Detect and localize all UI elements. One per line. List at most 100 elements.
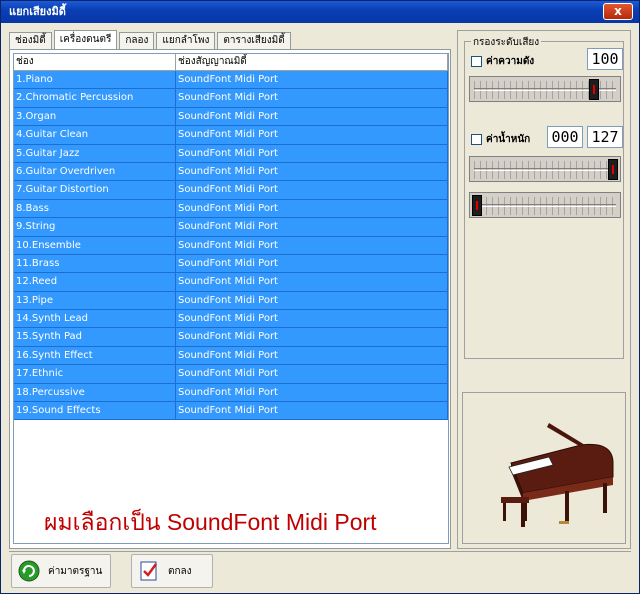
annotation-text: ผมเลือกเป็น SoundFont Midi Port [44, 509, 377, 535]
midi-port-cell[interactable]: SoundFont Midi Port [176, 254, 448, 273]
main-window: แยกเสียงมิดี้ x ช่องมิดี้ เครื่องดนตรี ก… [0, 0, 640, 594]
instrument-cell[interactable]: 8.Bass [14, 199, 176, 218]
table-row[interactable]: 15.Synth Pad SoundFont Midi Port [14, 328, 448, 347]
refresh-arrow-icon [18, 560, 40, 582]
instrument-port-grid[interactable]: ช่อง ช่องสัญญาณมิดี้ 1.Piano SoundFont Mi… [13, 53, 449, 544]
midi-port-cell[interactable]: SoundFont Midi Port [176, 181, 448, 199]
right-panel: กรองระดับเสียง ค่าความดัง 100 ค่าน้ำหนัก… [457, 30, 631, 549]
title-bar[interactable]: แยกเสียงมิดี้ x [1, 1, 639, 23]
instrument-cell[interactable]: 7.Guitar Distortion [14, 181, 176, 199]
tab-speaker-split[interactable]: แยกลำโพง [156, 32, 216, 50]
table-row[interactable]: 1.Piano SoundFont Midi Port [14, 71, 448, 90]
bottom-toolbar: ค่ามาตรฐาน ตกลง [9, 551, 631, 591]
table-row[interactable]: 9.String SoundFont Midi Port [14, 218, 448, 237]
volume-label: ค่าความดัง [486, 56, 535, 67]
table-row[interactable]: 3.Organ SoundFont Midi Port [14, 107, 448, 127]
instruments-tab-panel: ช่อง ช่องสัญญาณมิดี้ 1.Piano SoundFont Mi… [9, 49, 451, 549]
midi-port-cell[interactable]: SoundFont Midi Port [176, 107, 448, 126]
midi-port-cell[interactable]: SoundFont Midi Port [176, 273, 448, 291]
weight-max-slider[interactable] [469, 156, 621, 182]
midi-port-cell[interactable]: SoundFont Midi Port [176, 236, 448, 254]
table-row[interactable]: 14.Synth Lead SoundFont Midi Port [14, 310, 448, 329]
instrument-cell[interactable]: 17.Ethnic [14, 365, 176, 383]
header-midi-port[interactable]: ช่องสัญญาณมิดี้ [176, 54, 448, 70]
table-row[interactable]: 6.Guitar Overdriven SoundFont Midi Port [14, 162, 448, 182]
tab-drums[interactable]: กลอง [119, 32, 155, 50]
weight-max-value[interactable]: 127 [587, 126, 623, 148]
instrument-cell[interactable]: 19.Sound Effects [14, 402, 176, 420]
instrument-cell[interactable]: 11.Brass [14, 254, 176, 273]
midi-port-cell[interactable]: SoundFont Midi Port [176, 365, 448, 383]
instrument-cell[interactable]: 14.Synth Lead [14, 310, 176, 328]
instrument-cell[interactable]: 4.Guitar Clean [14, 126, 176, 144]
instrument-cell[interactable]: 3.Organ [14, 107, 176, 126]
midi-port-cell[interactable]: SoundFont Midi Port [176, 310, 448, 328]
weight-label: ค่าน้ำหนัก [486, 134, 531, 145]
instrument-cell[interactable]: 16.Synth Effect [14, 346, 176, 365]
weight-min-slider-thumb[interactable] [472, 195, 482, 216]
header-channel[interactable]: ช่อง [14, 54, 176, 70]
default-button[interactable]: ค่ามาตรฐาน [11, 554, 111, 588]
grand-piano-icon [501, 423, 614, 527]
instrument-cell[interactable]: 10.Ensemble [14, 236, 176, 254]
tab-instruments[interactable]: เครื่องดนตรี [53, 30, 118, 50]
table-row[interactable]: 17.Ethnic SoundFont Midi Port [14, 365, 448, 384]
volume-slider[interactable] [469, 76, 621, 102]
midi-port-cell[interactable]: SoundFont Midi Port [176, 71, 448, 89]
instrument-cell[interactable]: 2.Chromatic Percussion [14, 89, 176, 107]
table-row[interactable]: 19.Sound Effects SoundFont Midi Port [14, 402, 448, 421]
table-row[interactable]: 2.Chromatic Percussion SoundFont Midi Por… [14, 89, 448, 108]
filter-group: กรองระดับเสียง ค่าความดัง 100 ค่าน้ำหนัก… [464, 35, 624, 359]
midi-port-cell[interactable]: SoundFont Midi Port [176, 162, 448, 181]
instrument-preview-panel [462, 392, 626, 544]
tab-midi-channel[interactable]: ช่องมิดี้ [9, 32, 52, 50]
midi-port-cell[interactable]: SoundFont Midi Port [176, 126, 448, 144]
midi-port-cell[interactable]: SoundFont Midi Port [176, 346, 448, 365]
window-title: แยกเสียงมิดี้ [9, 5, 66, 18]
midi-port-cell[interactable]: SoundFont Midi Port [176, 328, 448, 346]
midi-port-cell[interactable]: SoundFont Midi Port [176, 144, 448, 162]
table-row[interactable]: 12.Reed SoundFont Midi Port [14, 273, 448, 292]
midi-port-cell[interactable]: SoundFont Midi Port [176, 199, 448, 218]
table-row[interactable]: 10.Ensemble SoundFont Midi Port [14, 236, 448, 255]
instrument-cell[interactable]: 9.String [14, 218, 176, 236]
close-button[interactable]: x [603, 3, 633, 20]
table-row[interactable]: 7.Guitar Distortion SoundFont Midi Port [14, 181, 448, 200]
ok-button-label: ตกลง [168, 565, 192, 577]
weight-checkbox[interactable] [471, 134, 482, 145]
instrument-cell[interactable]: 5.Guitar Jazz [14, 144, 176, 162]
tab-strip: ช่องมิดี้ เครื่องดนตรี กลอง แยกลำโพง ตาร… [9, 30, 293, 50]
weight-checkbox-row[interactable]: ค่าน้ำหนัก [471, 132, 530, 147]
checkmark-document-icon [140, 561, 158, 581]
volume-value[interactable]: 100 [587, 48, 623, 70]
default-button-label: ค่ามาตรฐาน [48, 565, 103, 577]
instrument-cell[interactable]: 18.Percussive [14, 383, 176, 402]
midi-port-cell[interactable]: SoundFont Midi Port [176, 89, 448, 107]
table-row[interactable]: 4.Guitar Clean SoundFont Midi Port [14, 126, 448, 145]
table-row[interactable]: 16.Synth Effect SoundFont Midi Port [14, 346, 448, 366]
table-row[interactable]: 18.Percussive SoundFont Midi Port [14, 383, 448, 403]
tab-midi-sound-table[interactable]: ตารางเสียงมิดี้ [217, 32, 291, 50]
instrument-cell[interactable]: 15.Synth Pad [14, 328, 176, 346]
midi-port-cell[interactable]: SoundFont Midi Port [176, 402, 448, 420]
table-row[interactable]: 5.Guitar Jazz SoundFont Midi Port [14, 144, 448, 163]
volume-checkbox[interactable] [471, 56, 482, 67]
ok-button[interactable]: ตกลง [131, 554, 213, 588]
instrument-cell[interactable]: 13.Pipe [14, 291, 176, 310]
midi-port-cell[interactable]: SoundFont Midi Port [176, 218, 448, 236]
instrument-cell[interactable]: 1.Piano [14, 71, 176, 89]
weight-max-slider-thumb[interactable] [608, 159, 618, 180]
table-row[interactable]: 11.Brass SoundFont Midi Port [14, 254, 448, 274]
weight-min-value[interactable]: 000 [547, 126, 583, 148]
midi-port-cell[interactable]: SoundFont Midi Port [176, 291, 448, 310]
midi-port-cell[interactable]: SoundFont Midi Port [176, 383, 448, 402]
filter-group-label: กรองระดับเสียง [471, 35, 542, 50]
instrument-cell[interactable]: 12.Reed [14, 273, 176, 291]
volume-slider-thumb[interactable] [589, 79, 599, 100]
grid-body: 1.Piano SoundFont Midi Port 2.Chromatic Pe… [14, 71, 448, 421]
table-row[interactable]: 13.Pipe SoundFont Midi Port [14, 291, 448, 311]
volume-checkbox-row[interactable]: ค่าความดัง [471, 54, 534, 69]
table-row[interactable]: 8.Bass SoundFont Midi Port [14, 199, 448, 219]
weight-min-slider[interactable] [469, 192, 621, 218]
instrument-cell[interactable]: 6.Guitar Overdriven [14, 162, 176, 181]
